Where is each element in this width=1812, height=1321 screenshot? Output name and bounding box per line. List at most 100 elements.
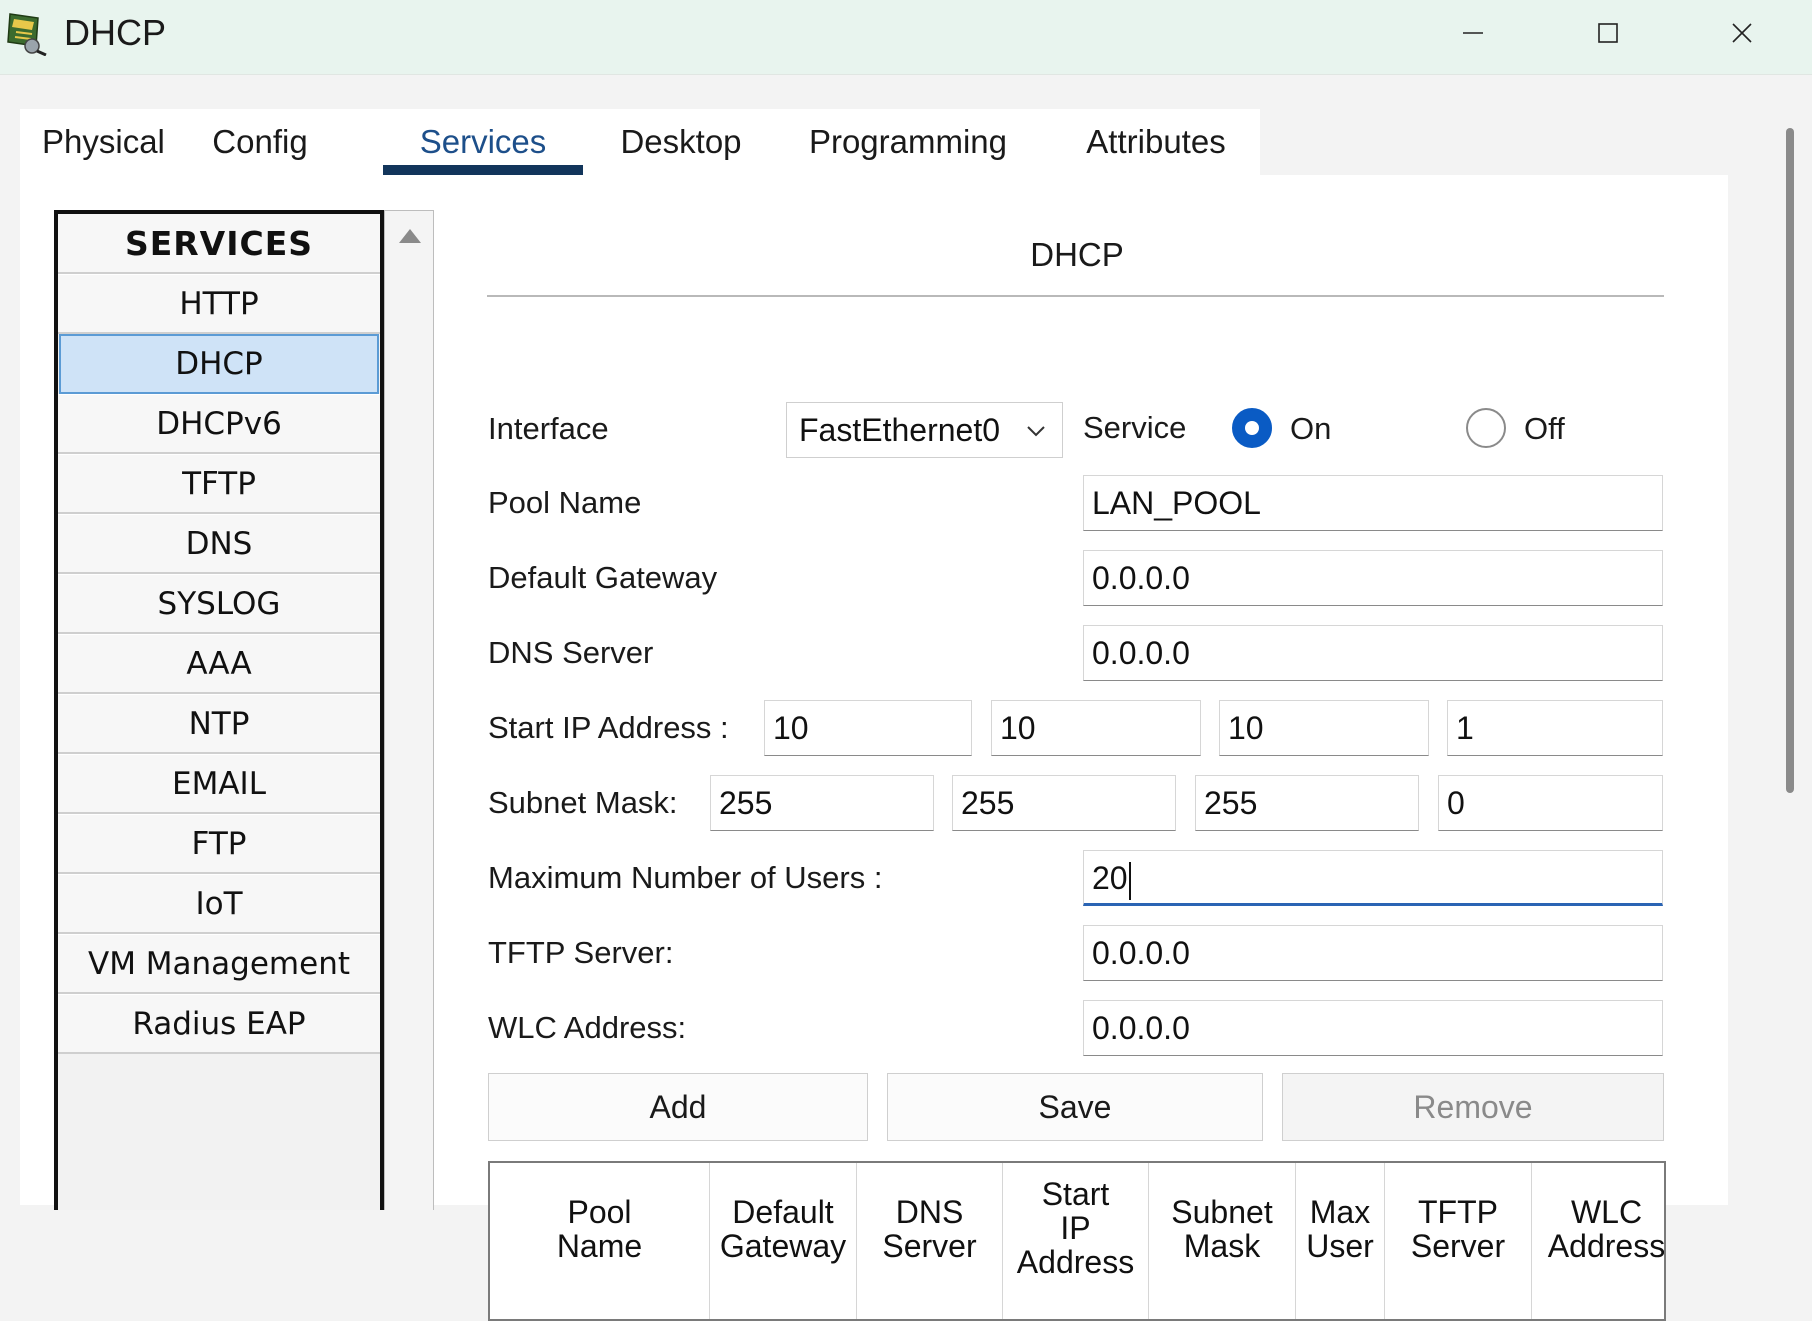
tab-label: Config [212,123,308,160]
column-header-subnet-mask[interactable]: Subnet Mask [1149,1163,1296,1319]
pool-name-input[interactable]: LAN_POOL [1083,475,1663,531]
header-line: Name [556,1228,643,1264]
packet-tracer-server-icon [2,8,50,57]
service-off-radio[interactable] [1466,408,1506,448]
tab-services[interactable]: Services [383,117,583,177]
column-header-start-ip-address[interactable]: Start IP Address [1003,1163,1149,1319]
wlc-address-label: WLC Address: [488,1010,687,1045]
maximize-button[interactable] [1548,8,1668,58]
pool-table: Pool Name Default Gateway DNS Server Start I… [488,1161,1666,1321]
service-item-http[interactable]: HTTP [58,274,380,334]
service-off-label: Off [1524,411,1565,446]
title-divider [487,295,1664,297]
minimize-icon [1463,32,1483,34]
remove-button[interactable]: Remove [1282,1073,1664,1141]
service-item-radius-eap[interactable]: Radius EAP [58,994,380,1054]
header-line: Gateway [719,1228,847,1264]
tab-programming[interactable]: Programming [808,117,1008,171]
subnet-mask-octet-3[interactable]: 255 [1195,775,1419,831]
services-scrollbar[interactable] [384,210,434,1210]
scroll-up-arrow-icon[interactable] [399,229,421,243]
scrollbar-thumb[interactable] [1786,128,1794,793]
service-item-dhcp[interactable]: DHCP [59,334,379,394]
default-gateway-input[interactable]: 0.0.0.0 [1083,550,1663,606]
services-list: SERVICES HTTP DHCP DHCPv6 TFTP DNS SYSLO… [54,210,384,1210]
service-item-iot[interactable]: IoT [58,874,380,934]
header-line: TFTP [1418,1194,1498,1230]
chevron-down-icon [1027,426,1045,437]
column-header-max-user[interactable]: Max User [1296,1163,1385,1319]
header-line: Start [1041,1176,1110,1212]
dns-server-input[interactable]: 0.0.0.0 [1083,625,1663,681]
add-button[interactable]: Add [488,1073,868,1141]
header-line: Server [882,1228,977,1264]
tftp-server-label: TFTP Server: [488,935,674,970]
tab-strip: Physical Config Services Desktop Program… [20,109,1260,177]
close-button[interactable] [1682,8,1802,58]
subnet-mask-octet-2[interactable]: 255 [952,775,1176,831]
pool-name-label: Pool Name [488,485,642,520]
header-line: Mask [1183,1228,1261,1264]
service-item-vm-management[interactable]: VM Management [58,934,380,994]
column-header-dns-server[interactable]: DNS Server [857,1163,1003,1319]
minimize-button[interactable] [1413,8,1533,58]
service-label: Service [1083,410,1187,445]
interface-select[interactable]: FastEthernet0 [786,402,1063,458]
service-item-dhcpv6[interactable]: DHCPv6 [58,394,380,454]
services-panel: SERVICES HTTP DHCP DHCPv6 TFTP DNS SYSLO… [20,175,1728,1321]
start-ip-octet-4[interactable]: 1 [1447,700,1663,756]
service-item-ntp[interactable]: NTP [58,694,380,754]
header-line: Address [1016,1244,1135,1280]
save-button[interactable]: Save [887,1073,1263,1141]
wlc-address-input[interactable]: 0.0.0.0 [1083,1000,1663,1056]
window-scrollbar[interactable] [1768,76,1812,1200]
tab-attributes[interactable]: Attributes [1076,117,1236,171]
service-item-ftp[interactable]: FTP [58,814,380,874]
tab-desktop[interactable]: Desktop [616,117,746,171]
tab-config[interactable]: Config [205,117,315,171]
service-item-dns[interactable]: DNS [58,514,380,574]
service-item-email[interactable]: EMAIL [58,754,380,814]
tab-physical[interactable]: Physical [42,117,165,171]
service-item-aaa[interactable]: AAA [58,634,380,694]
max-users-value: 20 [1092,860,1128,896]
tftp-server-input[interactable]: 0.0.0.0 [1083,925,1663,981]
services-header: SERVICES [58,214,380,274]
service-item-syslog[interactable]: SYSLOG [58,574,380,634]
tab-label: Services [419,123,547,160]
start-ip-label: Start IP Address : [488,710,729,745]
service-item-tftp[interactable]: TFTP [58,454,380,514]
tab-label: Desktop [620,123,742,160]
header-line: Subnet [1171,1194,1273,1230]
service-on-radio[interactable] [1232,408,1272,448]
header-line: User [1306,1228,1374,1264]
window-title: DHCP [64,12,167,53]
default-gateway-label: Default Gateway [488,560,718,595]
start-ip-octet-2[interactable]: 10 [991,700,1201,756]
subnet-mask-octet-1[interactable]: 255 [710,775,934,831]
column-header-pool-name[interactable]: Pool Name [490,1163,710,1319]
column-header-wlc-address[interactable]: WLC Address [1532,1163,1666,1319]
tab-label: Programming [808,123,1008,160]
header-line: DNS [895,1194,964,1230]
form-title: DHCP [1030,236,1124,273]
column-header-tftp-server[interactable]: TFTP Server [1385,1163,1532,1319]
header-line: WLC [1570,1194,1643,1230]
close-icon [1732,23,1752,43]
tab-label: Attributes [1086,123,1226,160]
main-content: Physical Config Services Desktop Program… [0,76,1760,1321]
title-bar: DHCP [0,0,1812,75]
tab-label: Physical [42,123,165,160]
header-line: Default [732,1194,834,1230]
maximize-icon [1598,23,1618,43]
header-line: IP [1060,1210,1091,1246]
column-header-default-gateway[interactable]: Default Gateway [710,1163,857,1319]
max-users-input[interactable]: 20 [1083,850,1663,906]
start-ip-octet-3[interactable]: 10 [1219,700,1429,756]
subnet-mask-octet-4[interactable]: 0 [1438,775,1663,831]
header-line: Address [1547,1228,1666,1264]
header-line: Max [1309,1194,1371,1230]
dns-server-label: DNS Server [488,635,654,670]
start-ip-octet-1[interactable]: 10 [764,700,972,756]
header-line: Pool [567,1194,632,1230]
